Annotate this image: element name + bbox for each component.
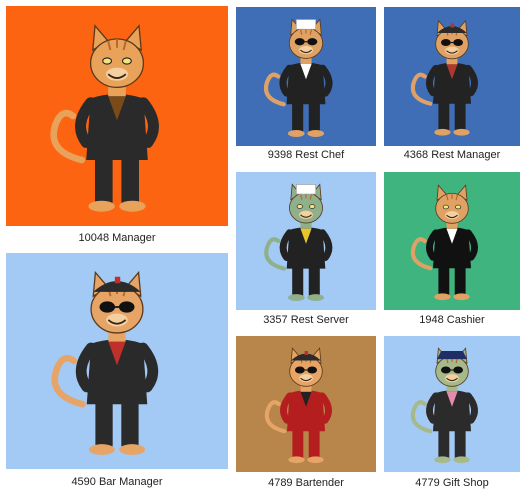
left-foot (434, 456, 451, 464)
character-figure (263, 18, 333, 137)
left-foot (434, 128, 451, 136)
left-leg (438, 265, 450, 296)
left-eye (442, 204, 449, 210)
character-caption: 4590 Bar Manager (71, 476, 163, 488)
character-figure (410, 19, 478, 136)
character-figure (51, 270, 159, 455)
right-leg (454, 265, 466, 296)
left-leg (292, 428, 304, 459)
character-caption: 9398 Rest Chef (267, 149, 345, 161)
left-lens (440, 38, 451, 47)
left-foot (434, 293, 451, 301)
left-foot (88, 444, 115, 455)
right-foot (119, 200, 146, 212)
left-lens (294, 38, 305, 46)
character-caption: 4368 Rest Manager (403, 149, 501, 161)
right-eye (309, 204, 316, 209)
right-foot (119, 444, 146, 455)
left-foot (88, 200, 115, 212)
left-leg (438, 428, 450, 459)
left-lens (99, 301, 116, 313)
left-lens (294, 366, 305, 374)
character-caption: 10048 Manager (78, 232, 156, 244)
right-eye (455, 204, 462, 210)
character-caption: 4789 Bartender (268, 477, 344, 489)
right-leg (308, 265, 320, 297)
right-leg (308, 428, 320, 459)
cap-logo (450, 23, 455, 28)
character-card[interactable]: 4779 Gift Shop (384, 336, 520, 491)
right-lens (453, 366, 464, 374)
left-foot (288, 294, 305, 302)
character-image[interactable] (236, 7, 376, 146)
character-card[interactable]: 4789 Bartender (236, 336, 376, 491)
right-lens (453, 38, 464, 47)
right-leg (121, 155, 139, 204)
cap-logo (114, 276, 121, 284)
character-figure (410, 347, 478, 464)
character-caption: 3357 Rest Server (263, 314, 349, 326)
left-eye (296, 204, 303, 209)
right-foot (453, 293, 470, 301)
character-image[interactable] (6, 6, 228, 226)
right-leg (121, 399, 139, 448)
left-leg (95, 399, 113, 448)
right-leg (454, 100, 466, 131)
left-lens (440, 366, 451, 374)
character-card[interactable]: 4590 Bar Manager (6, 253, 228, 491)
right-foot (307, 456, 324, 464)
cap-logo (304, 350, 309, 356)
character-gallery: 10048 Manager 9398 Rest Chef 4368 Rest M… (0, 0, 521, 491)
right-eye (121, 57, 132, 65)
left-eye (102, 57, 113, 65)
character-card[interactable]: 1948 Cashier (384, 172, 520, 332)
right-leg (308, 101, 320, 133)
left-leg (292, 265, 304, 297)
chef-hat (295, 184, 317, 195)
character-caption: 4779 Gift Shop (415, 477, 489, 489)
character-image[interactable] (6, 253, 228, 469)
left-leg (292, 101, 304, 133)
character-card[interactable]: 9398 Rest Chef (236, 7, 376, 167)
left-foot (288, 456, 305, 464)
character-caption: 1948 Cashier (419, 314, 485, 326)
character-image[interactable] (236, 336, 376, 472)
character-figure (410, 184, 478, 301)
character-image[interactable] (236, 172, 376, 310)
character-image[interactable] (384, 172, 520, 310)
character-card[interactable]: 10048 Manager (6, 6, 228, 250)
right-foot (453, 456, 470, 464)
right-lens (118, 301, 135, 313)
left-foot (287, 130, 305, 137)
right-foot (307, 294, 324, 302)
right-lens (307, 38, 318, 46)
chef-hat (295, 19, 317, 30)
character-figure (264, 183, 333, 302)
right-leg (454, 428, 466, 459)
right-foot (307, 130, 325, 137)
character-image[interactable] (384, 7, 520, 146)
right-foot (453, 128, 470, 136)
character-figure (264, 347, 332, 464)
left-leg (438, 100, 450, 131)
character-figure (50, 24, 159, 212)
character-card[interactable]: 3357 Rest Server (236, 172, 376, 332)
police-hat (437, 350, 467, 360)
left-leg (95, 155, 113, 204)
character-card[interactable]: 4368 Rest Manager (384, 7, 520, 167)
right-lens (307, 366, 318, 374)
character-image[interactable] (384, 336, 520, 472)
